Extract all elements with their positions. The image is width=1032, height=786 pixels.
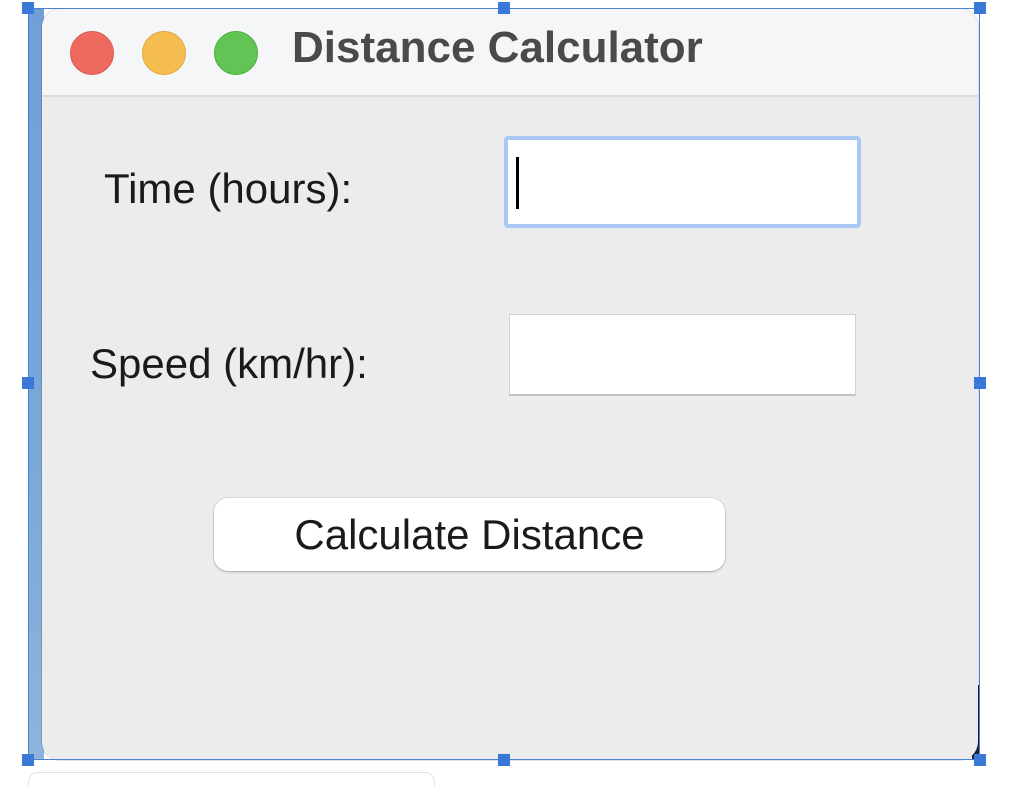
resize-handle-top-right[interactable] [974, 2, 986, 14]
minimize-icon[interactable] [142, 31, 186, 75]
speed-label: Speed (km/hr): [90, 340, 368, 387]
resize-handle-top-left[interactable] [22, 2, 34, 14]
resize-handle-top[interactable] [498, 2, 510, 14]
app-window: Distance Calculator Time (hours): Speed … [42, 9, 978, 760]
time-label: Time (hours): [104, 165, 353, 212]
title-bar[interactable]: Distance Calculator [42, 9, 978, 97]
speed-input[interactable] [509, 314, 856, 396]
partial-panel [28, 772, 435, 786]
text-caret [516, 157, 519, 209]
resize-handle-right[interactable] [974, 377, 986, 389]
calculate-distance-button[interactable]: Calculate Distance [214, 498, 725, 571]
resize-handle-bottom-left[interactable] [22, 754, 34, 766]
resize-handle-bottom[interactable] [498, 754, 510, 766]
resize-handle-left[interactable] [22, 377, 34, 389]
canvas: Distance Calculator Time (hours): Speed … [0, 0, 1032, 786]
window-title: Distance Calculator [292, 23, 703, 72]
close-icon[interactable] [70, 31, 114, 75]
resize-handle-bottom-right[interactable] [974, 754, 986, 766]
maximize-icon[interactable] [214, 31, 258, 75]
time-input[interactable] [504, 136, 861, 228]
